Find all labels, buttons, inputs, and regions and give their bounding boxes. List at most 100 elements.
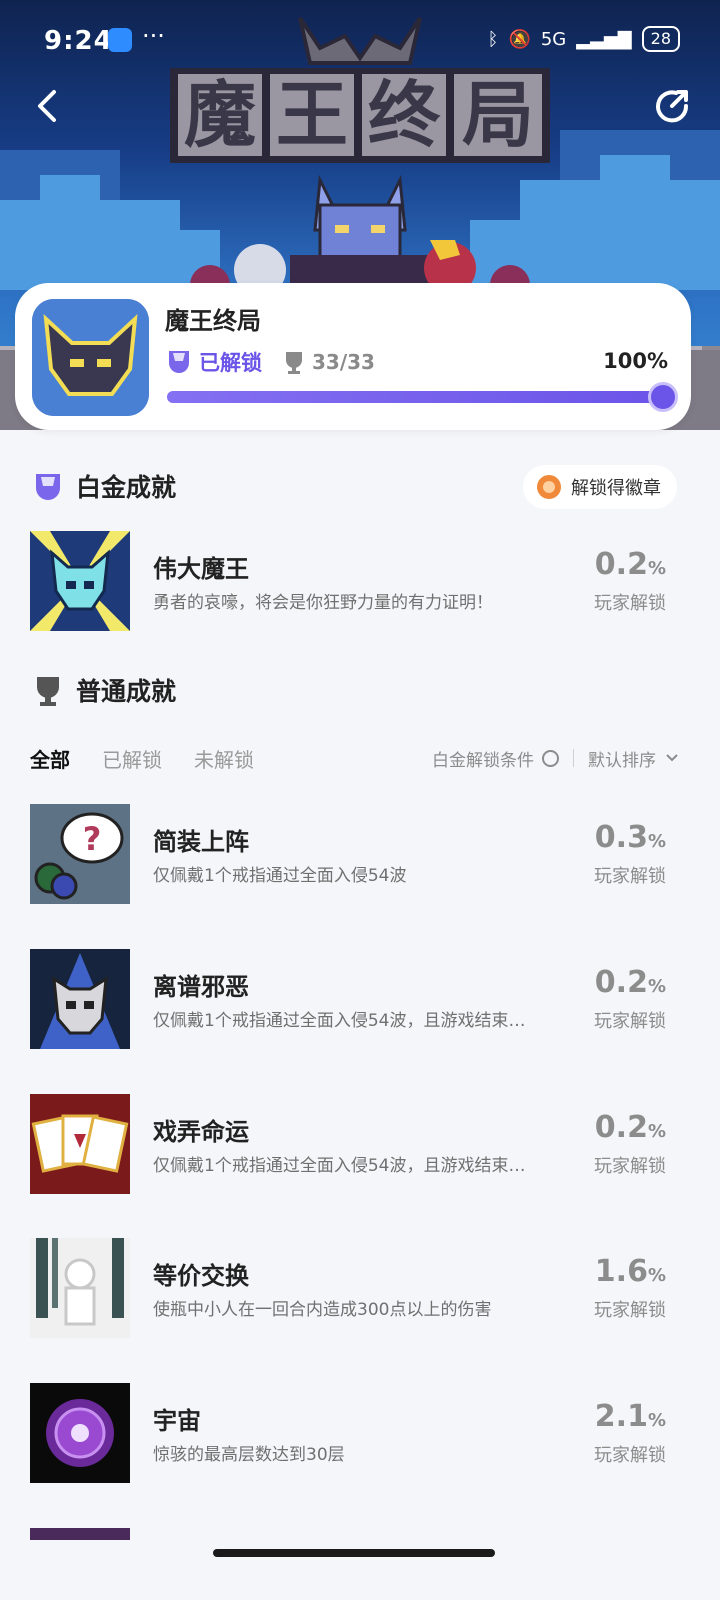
unlock-rate-label: 玩家解锁 (594, 1445, 666, 1466)
condition-toggle-icon[interactable] (542, 749, 559, 767)
unlock-rate-label: 玩家解锁 (594, 1300, 666, 1321)
achievement-row[interactable]: 等价交换 使瓶中小人在一回合内造成300点以上的伤害 1.6% 玩家解锁 (30, 1238, 680, 1338)
achievement-row[interactable]: 离谱邪恶 仅佩戴1个戒指通过全面入侵54波，且游戏结束… 0.2% 玩家解锁 (30, 949, 680, 1049)
unlock-rate: 0.2% (595, 547, 666, 582)
mute-icon: 🔕 (508, 28, 531, 50)
unlock-rate-unit: % (647, 1410, 666, 1431)
platinum-condition-label[interactable]: 白金解锁条件 (432, 746, 534, 771)
demon-skull-icon (32, 299, 149, 416)
unlock-rate: 0.2% (595, 965, 666, 1000)
unlock-rate-value: 2.1 (594, 1399, 648, 1434)
achievement-desc: 仅佩戴1个戒指通过全面入侵54波 (153, 866, 407, 886)
trophy-cup-icon (37, 677, 59, 706)
trophy-count: 33/33 (284, 350, 375, 374)
share-icon (656, 90, 689, 123)
unlock-rate-unit: % (647, 976, 666, 997)
unlock-badge-button[interactable]: 解锁得徽章 (523, 465, 677, 509)
achievement-name: 宇宙 (153, 1407, 201, 1435)
achievement-thumb: ? (30, 804, 130, 904)
unlock-rate-label: 玩家解锁 (594, 1011, 666, 1032)
achievement-desc: 惊骇的最高层数达到30层 (153, 1445, 345, 1465)
achievement-row-platinum[interactable]: 伟大魔王 勇者的哀嚎，将会是你狂野力量的有力证明！ 0.2% 玩家解锁 (30, 531, 680, 631)
unlock-rate-unit: % (647, 1121, 666, 1142)
share-button[interactable] (650, 84, 694, 128)
progress-bar (167, 382, 678, 412)
unlock-rate: 0.3% (595, 820, 666, 855)
cyan-skull-icon (30, 531, 130, 631)
achievement-name: 离谱邪恶 (153, 973, 249, 1001)
unlock-badge-label: 解锁得徽章 (571, 478, 661, 499)
unlock-rate: 1.6% (595, 1254, 666, 1289)
signal-icon: ▂▃▅▇ (576, 28, 632, 50)
unlock-rate: 0.2% (595, 1110, 666, 1145)
tab-all[interactable]: 全部 (30, 744, 70, 773)
platinum-trophy-icon (169, 351, 189, 373)
achievement-row[interactable]: 戏弄命运 仅佩戴1个戒指通过全面入侵54波，且游戏结束… 0.2% 玩家解锁 (30, 1094, 680, 1194)
notification-app-icon (108, 28, 132, 52)
platinum-trophy-icon (36, 474, 60, 500)
achievement-thumb (30, 1238, 130, 1338)
back-arrow-icon (38, 90, 56, 122)
achievement-row[interactable]: ? 简装上阵 仅佩戴1个戒指通过全面入侵54波 0.3% 玩家解锁 (30, 804, 680, 904)
platinum-section-title: 白金成就 (76, 473, 177, 502)
unlock-rate-value: 0.2 (594, 1110, 648, 1145)
achievement-row-partial[interactable] (30, 1528, 680, 1540)
progress-star-icon (648, 382, 678, 412)
more-notifications-icon: ··· (142, 22, 165, 50)
trophy-cup-icon (286, 352, 302, 374)
achievement-desc: 仅佩戴1个戒指通过全面入侵54波，且游戏结束… (153, 1011, 526, 1031)
unlock-rate-label: 玩家解锁 (594, 866, 666, 887)
progress-fill (167, 391, 663, 403)
achievement-name: 等价交换 (153, 1262, 249, 1290)
bluetooth-icon: ᛒ (487, 28, 499, 50)
achievement-desc: 勇者的哀嚎，将会是你狂野力量的有力证明！ (153, 593, 493, 613)
achievement-name: 戏弄命运 (153, 1118, 249, 1146)
cosmic-orb-icon (30, 1383, 130, 1483)
achievement-thumb (30, 1094, 130, 1194)
demon-king-art (190, 174, 530, 300)
achievement-thumb (30, 531, 130, 631)
playing-cards-icon (30, 1094, 130, 1194)
hooded-skull-icon (30, 949, 130, 1049)
platinum-section-header: 白金成就 (30, 468, 176, 504)
status-bar: 9:24 ··· ᛒ 🔕 5G ▂▃▅▇ 28 (0, 0, 720, 84)
achievement-thumb (30, 1528, 130, 1540)
bottle-figure-icon (30, 1238, 130, 1338)
tab-unlocked[interactable]: 已解锁 (102, 744, 162, 773)
game-icon[interactable] (32, 299, 149, 416)
chevron-down-icon[interactable] (664, 750, 680, 766)
unlock-status-row: 已解锁 33/33 (165, 345, 375, 379)
svg-text:魔: 魔 (184, 73, 256, 157)
svg-text:终: 终 (368, 73, 441, 157)
divider (573, 749, 574, 767)
unlock-rate-unit: % (647, 831, 666, 852)
achievement-thumb (30, 1383, 130, 1483)
back-button[interactable] (26, 84, 70, 128)
network-label: 5G (540, 28, 567, 50)
svg-text:?: ? (83, 820, 102, 858)
progress-percent: 100% (603, 349, 668, 373)
normal-section-title: 普通成就 (76, 677, 177, 706)
normal-section-header: 普通成就 (30, 672, 176, 708)
unlock-rate-label: 玩家解锁 (594, 1156, 666, 1177)
trophy-count-text: 33/33 (312, 350, 375, 374)
unlock-rate-value: 0.2 (594, 965, 648, 1000)
sort-dropdown[interactable]: 默认排序 (588, 746, 656, 771)
unlock-rate-value: 0.3 (594, 820, 648, 855)
badge-icon (537, 475, 561, 499)
tab-locked[interactable]: 未解锁 (194, 744, 254, 773)
game-info-card: 魔王终局 已解锁 33/33 100% (15, 283, 691, 430)
unlock-rate: 2.1% (595, 1399, 666, 1434)
unlock-rate-value: 1.6 (594, 1254, 648, 1289)
status-time: 9:24 (44, 26, 113, 56)
svg-text:局: 局 (462, 73, 534, 157)
battery-indicator: 28 (641, 26, 680, 52)
home-indicator[interactable] (213, 1549, 495, 1557)
game-title: 魔王终局 (165, 307, 261, 335)
filter-bar: 全部 已解锁 未解锁 白金解锁条件 默认排序 (30, 740, 680, 776)
unlock-rate-label: 玩家解锁 (594, 593, 666, 614)
unlock-rate-unit: % (647, 1265, 666, 1286)
unlock-status-text: 已解锁 (199, 351, 262, 375)
unlock-rate-value: 0.2 (594, 547, 648, 582)
achievement-row[interactable]: 宇宙 惊骇的最高层数达到30层 2.1% 玩家解锁 (30, 1383, 680, 1483)
